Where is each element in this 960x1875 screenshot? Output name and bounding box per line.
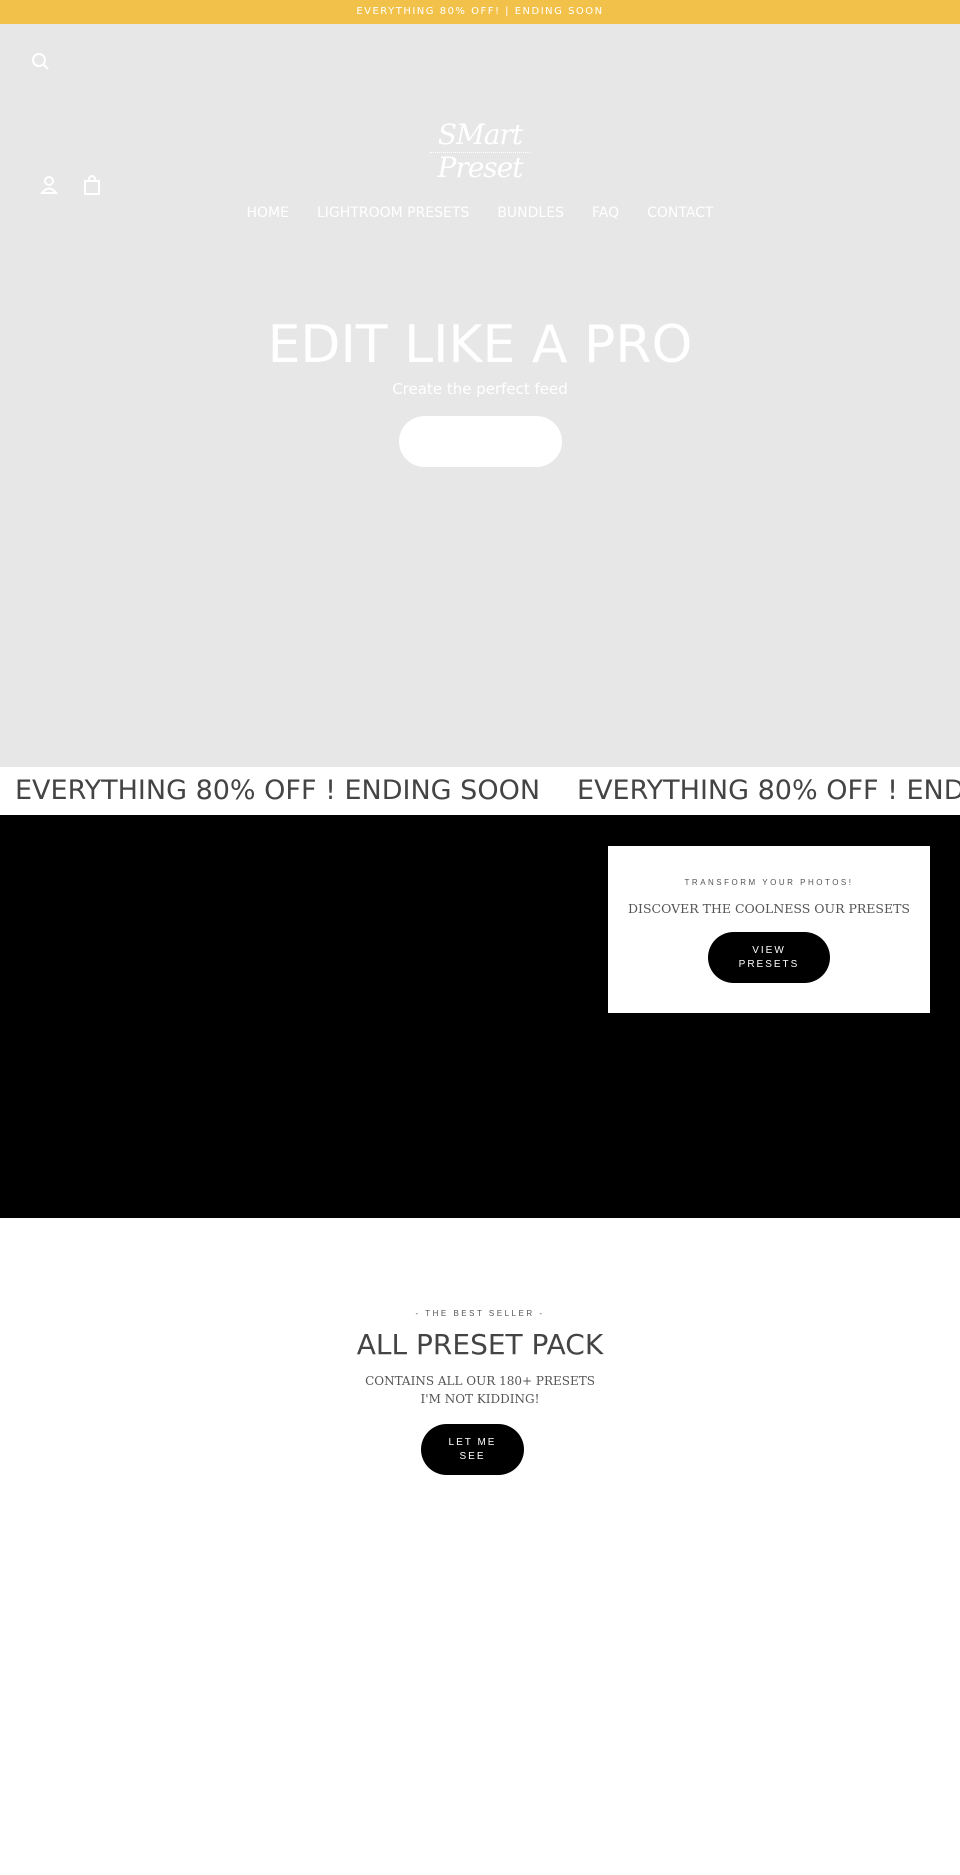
best-seller-description: I'M NOT KIDDING! [420, 1392, 540, 1406]
nav-home[interactable]: HOME [247, 205, 289, 221]
nav-lightroom-presets[interactable]: LIGHTROOM PRESETS [317, 205, 469, 221]
let-me-see-button[interactable]: LET ME SEE [421, 1424, 524, 1475]
best-seller-kicker: - THE BEST SELLER - [415, 1309, 545, 1318]
best-seller-title: ALL PRESET PACK [356, 1328, 604, 1361]
button-label: LET ME [448, 1436, 497, 1448]
button-label: SEE [459, 1450, 486, 1462]
nav-faq[interactable]: FAQ [592, 205, 619, 221]
best-seller-description: CONTAINS ALL OUR 180+ PRESETS [365, 1374, 595, 1388]
hero-title: EDIT LIKE A PRO [267, 315, 693, 375]
main-nav: HOME LIGHTROOM PRESETS BUNDLES FAQ CONTA… [0, 205, 960, 221]
marquee-text: EVERYTHING 80% OFF ! ENDING SOON [15, 775, 541, 806]
feature-card: TRANSFORM YOUR PHOTOS! DISCOVER THE COOL… [608, 846, 930, 1013]
account-icon[interactable] [40, 175, 58, 195]
hero-cta-button[interactable] [399, 416, 562, 467]
marquee-text: EVERYTHING 80% OFF ! ENDING SOON [577, 775, 960, 806]
button-label: PRESETS [738, 958, 800, 970]
marquee: EVERYTHING 80% OFF ! ENDING SOON EVERYTHI… [0, 767, 960, 815]
nav-contact[interactable]: CONTACT [647, 205, 713, 221]
view-presets-button[interactable]: VIEW PRESETS [708, 932, 830, 983]
hero-subtitle: Create the perfect feed [392, 380, 568, 398]
button-label: VIEW [752, 944, 786, 956]
announcement-bar: EVERYTHING 80% OFF! | ENDING SOON [0, 0, 960, 24]
cart-icon[interactable] [83, 174, 101, 196]
search-icon[interactable] [31, 52, 51, 72]
logo[interactable]: SMart Preset [405, 118, 555, 184]
nav-bundles[interactable]: BUNDLES [497, 205, 564, 221]
logo-underline [430, 152, 530, 153]
feature-heading: DISCOVER THE COOLNESS OUR PRESETS [628, 901, 910, 916]
feature-kicker: TRANSFORM YOUR PHOTOS! [684, 878, 854, 887]
